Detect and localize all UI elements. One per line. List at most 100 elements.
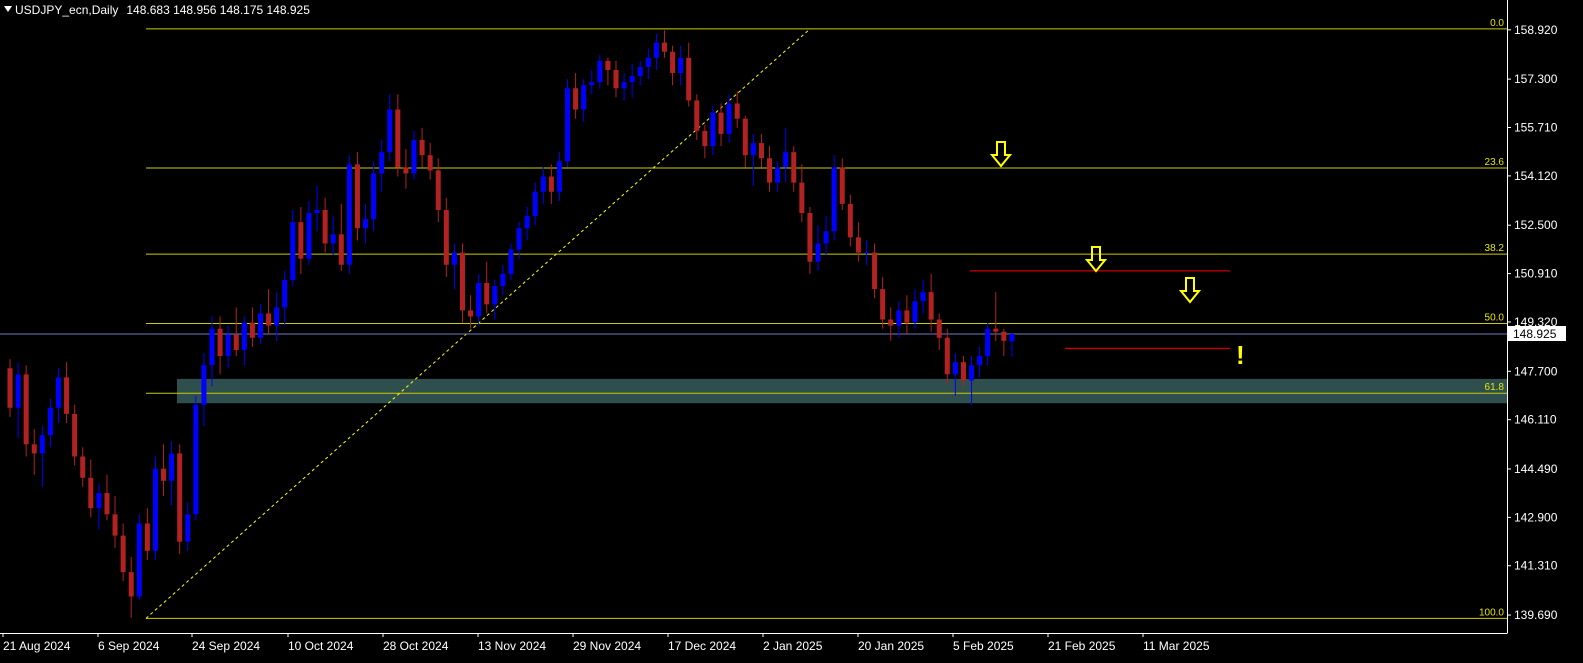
candle-body (484, 283, 490, 305)
candle-body (47, 407, 53, 436)
candle-body (750, 143, 756, 156)
candle-body (670, 51, 676, 74)
candle-body (476, 283, 482, 317)
candle-body (565, 88, 571, 162)
candle-body (678, 57, 684, 74)
candle-body (863, 252, 869, 254)
candle-body (904, 310, 910, 323)
date-tick-label: 17 Dec 2024 (668, 639, 736, 653)
candle-body (799, 182, 805, 214)
candle-body (960, 362, 966, 381)
candle-body (104, 493, 110, 515)
candle-body (831, 167, 837, 232)
candle-body (791, 152, 797, 183)
candle-body (839, 167, 845, 204)
candle-body (969, 365, 975, 381)
candle-body (645, 57, 651, 67)
candle-body (734, 103, 740, 119)
date-tick-label: 10 Oct 2024 (288, 639, 354, 653)
candle-body (548, 176, 554, 192)
candle-body (613, 69, 619, 89)
symbol-label: USDJPY_ecn,Daily (15, 3, 119, 17)
candle-body (225, 334, 231, 357)
price-chart[interactable]: 0.0 23.6 38.2 50.0 61.8 100.0 ! 158.920 157.30… (0, 0, 1583, 663)
dropdown-triangle-icon[interactable] (4, 6, 12, 12)
price-tick-label: 154.120 (1514, 169, 1558, 183)
candle-body (257, 313, 263, 338)
candle-body (880, 289, 886, 320)
candle-body (161, 468, 167, 481)
candle-body (653, 42, 659, 58)
price-tick-label: 158.920 (1514, 23, 1558, 37)
candle-body (815, 243, 821, 262)
candle-body (605, 60, 611, 70)
resistance-lines-layer (970, 270, 1230, 350)
candle-body (177, 453, 183, 542)
candle-body (112, 514, 118, 536)
candle-body (427, 155, 433, 171)
candle-body (726, 103, 732, 134)
candle-body (1001, 331, 1007, 341)
candle-body (985, 328, 991, 357)
chart-header: USDJPY_ecn,Daily 148.683 148.956 148.175 … (4, 3, 310, 17)
candle-body (282, 279, 288, 308)
candle-body (524, 216, 530, 229)
axes-layer: 158.920 157.300 155.710 154.120 152.500 150.9… (0, 0, 1566, 653)
date-tick-label: 21 Aug 2024 (3, 639, 71, 653)
candle-body (661, 42, 667, 52)
candle-body (492, 286, 498, 305)
support-zone (177, 378, 1507, 404)
candle-body (72, 413, 78, 457)
candle-body (419, 139, 425, 156)
candle-body (775, 167, 781, 183)
candle-body (508, 249, 514, 274)
candle-body (694, 100, 700, 131)
candle-body (443, 209, 449, 265)
candle-body (920, 292, 926, 302)
date-tick-label: 24 Sep 2024 (192, 639, 260, 653)
candle-body (379, 152, 385, 174)
candle-body (136, 523, 142, 597)
annotations-layer: ! (989, 141, 1245, 370)
candle-body (936, 319, 942, 338)
candle-body (468, 310, 474, 317)
candle-body (710, 112, 716, 147)
price-tick-label: 146.110 (1514, 413, 1557, 427)
candle-body (88, 477, 94, 509)
candle-body (758, 143, 764, 159)
candle-body (702, 130, 708, 147)
price-tick-label: 155.710 (1514, 121, 1558, 135)
current-price-label: 148.925 (1513, 327, 1557, 341)
down-arrow-icon (989, 141, 1013, 168)
candle-body (597, 60, 603, 83)
candle-body (144, 523, 150, 551)
candle-body (39, 435, 45, 454)
candle-body (201, 365, 207, 405)
fib-level-label: 50.0 (1485, 312, 1505, 323)
candle-body (500, 273, 506, 287)
candle-body (686, 57, 692, 101)
candle-body (629, 76, 635, 83)
candle-body (128, 572, 134, 597)
price-tick-label: 141.310 (1514, 559, 1558, 573)
candle-body (823, 231, 829, 244)
candle-body (847, 203, 853, 238)
fib-level-label: 100.0 (1479, 607, 1504, 618)
candle-body (185, 514, 191, 542)
candle-body (872, 252, 878, 290)
candle-body (233, 334, 239, 350)
candle-body (241, 322, 247, 350)
date-tick-label: 2 Jan 2025 (763, 639, 823, 653)
candle-body (944, 337, 950, 375)
price-tick-label: 139.690 (1514, 608, 1558, 622)
candle-body (64, 377, 70, 414)
candle-body (274, 307, 280, 326)
candle-body (80, 456, 86, 478)
ohlc-values: 148.683 148.956 148.175 148.925 (126, 3, 310, 17)
candle-body (855, 237, 861, 253)
candle-body (338, 234, 344, 265)
candle-body (354, 164, 360, 229)
candle-body (7, 368, 13, 408)
candle-body (266, 313, 272, 326)
candle-body (993, 328, 999, 332)
